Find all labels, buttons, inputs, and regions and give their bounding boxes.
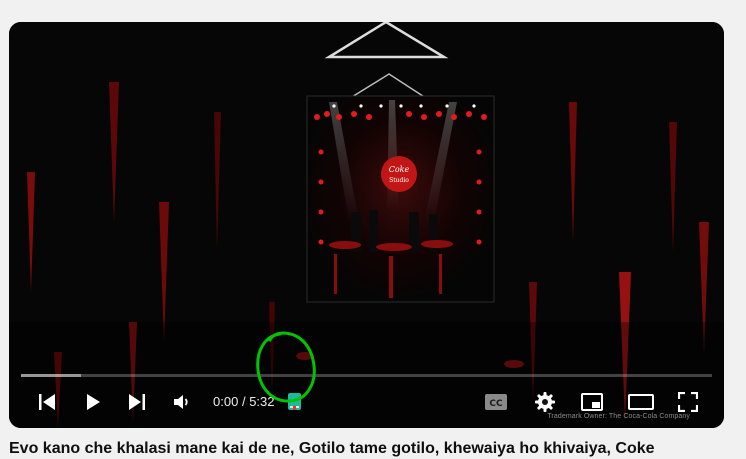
play-icon [87, 394, 100, 410]
svg-text:CC: CC [489, 399, 503, 409]
book-icon [288, 393, 301, 410]
extension-button[interactable] [285, 383, 305, 421]
time-separator: / [241, 394, 246, 409]
video-title[interactable]: Evo kano che khalasi mane kai de ne, Got… [9, 440, 746, 459]
duration: 5:32 [249, 394, 275, 409]
stage-logo-line2: Studio [389, 177, 409, 184]
previous-button[interactable] [33, 383, 61, 421]
video-player[interactable]: Coke Studio 0:00 / 5:32 CC Trademark Own… [9, 22, 724, 428]
volume-icon [174, 395, 188, 409]
captions-button[interactable]: CC [483, 383, 509, 421]
next-button[interactable] [123, 383, 151, 421]
time-display: 0:00 / 5:32 [213, 383, 275, 421]
play-button[interactable] [79, 383, 107, 421]
closed-captions-icon: CC [485, 394, 507, 410]
volume-button[interactable] [169, 383, 197, 421]
current-time: 0:00 [213, 394, 239, 409]
miniplayer-icon [581, 393, 603, 411]
gear-icon [535, 392, 555, 412]
progress-buffered [21, 374, 82, 377]
progress-bar[interactable] [21, 374, 712, 377]
stage-logo-line1: Coke [389, 165, 410, 174]
video-frame: Coke Studio [9, 22, 724, 428]
skip-previous-icon [39, 394, 55, 410]
skip-next-icon [129, 394, 145, 410]
trademark-notice: Trademark Owner: The Coca-Cola Company [547, 413, 690, 420]
theater-mode-icon [628, 394, 654, 410]
fullscreen-icon [678, 392, 698, 412]
